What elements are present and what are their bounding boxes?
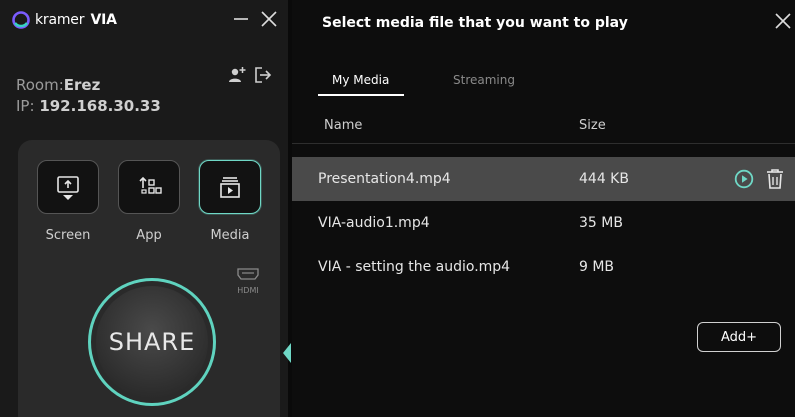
media-source-label: Media [210, 228, 250, 243]
collapse-panel-handle[interactable] [283, 343, 291, 363]
table-row[interactable]: VIA-audio1.mp4 35 MB [292, 201, 795, 245]
add-media-button[interactable]: Add+ [697, 322, 781, 352]
play-icon[interactable] [734, 169, 754, 189]
close-icon [261, 11, 277, 27]
close-window-button[interactable] [256, 6, 282, 32]
minimize-icon [234, 18, 248, 20]
share-button-ring: SHARE [88, 278, 216, 406]
screen-share-icon [57, 176, 79, 200]
brand-prefix: kramer [35, 12, 85, 28]
screen-source-button[interactable] [37, 160, 99, 214]
dialog-title: Select media file that you want to play [322, 15, 628, 31]
add-user-icon [229, 67, 246, 82]
app-brand: kramer VIA [35, 12, 117, 28]
table-row[interactable]: VIA - setting the audio.mp4 9 MB [292, 245, 795, 289]
column-header-name[interactable]: Name [324, 118, 362, 133]
close-dialog-button[interactable] [774, 8, 792, 36]
trash-icon[interactable] [764, 167, 786, 191]
file-name: VIA-audio1.mp4 [318, 215, 430, 231]
kramer-logo-icon [12, 11, 30, 29]
hdmi-label: HDMI [237, 286, 259, 295]
file-size: 35 MB [579, 215, 623, 231]
app-source-button[interactable] [118, 160, 180, 214]
close-icon [775, 13, 791, 29]
file-name: Presentation4.mp4 [318, 171, 451, 187]
add-participant-button[interactable] [226, 64, 248, 86]
title-bar: kramer VIA [0, 0, 288, 40]
hdmi-input-button[interactable]: HDMI [233, 266, 263, 295]
file-name: VIA - setting the audio.mp4 [318, 259, 511, 275]
logout-button[interactable] [252, 64, 274, 86]
file-size: 444 KB [579, 171, 629, 187]
room-label: Room: [16, 76, 64, 94]
media-dialog: Select media file that you want to play … [292, 0, 795, 417]
hdmi-icon [237, 268, 259, 280]
file-size: 9 MB [579, 259, 615, 275]
share-card: Screen App Media HDMI SHARE [18, 140, 280, 417]
column-header-size[interactable]: Size [579, 118, 606, 133]
brand-name: VIA [90, 12, 117, 28]
tab-streaming[interactable]: Streaming [453, 73, 515, 87]
tab-my-media[interactable]: My Media [332, 73, 389, 87]
ip-value: 192.168.30.33 [39, 97, 161, 115]
share-button[interactable]: SHARE [96, 286, 208, 398]
room-info: Room:Erez [16, 76, 100, 94]
media-icon [220, 177, 240, 198]
media-source-button[interactable] [199, 160, 261, 214]
active-tab-indicator [318, 94, 404, 96]
via-sidebar-panel: kramer VIA Room:Erez IP: 192.168.30.33 S… [0, 0, 288, 417]
app-source-label: App [136, 228, 162, 243]
ip-label: IP: [16, 97, 35, 115]
ip-info: IP: 192.168.30.33 [16, 97, 161, 115]
logout-icon [255, 67, 272, 83]
app-share-icon [139, 176, 162, 194]
screen-source-label: Screen [45, 228, 91, 243]
table-row[interactable]: Presentation4.mp4 444 KB [292, 157, 795, 201]
header-divider [292, 143, 795, 144]
minimize-button[interactable] [228, 6, 254, 32]
room-name: Erez [63, 76, 101, 94]
